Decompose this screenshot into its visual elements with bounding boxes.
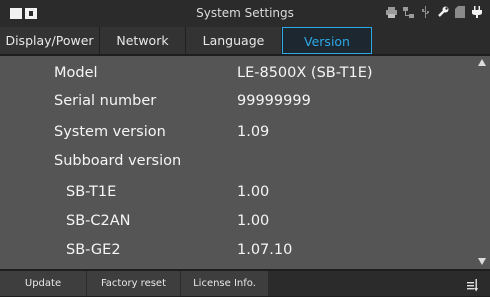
row-label: System version — [54, 124, 166, 140]
tab-version[interactable]: Version — [282, 27, 372, 54]
title-bar: System Settings — [0, 0, 490, 27]
version-row-sb-t1e: SB-T1E 1.00 — [0, 182, 476, 206]
row-label: Subboard version — [54, 153, 182, 169]
version-row-sb-ge2: SB-GE2 1.07.10 — [0, 240, 476, 264]
license-info-button[interactable]: License Info. — [181, 271, 269, 296]
version-row-serial: Serial number 99999999 — [0, 91, 476, 115]
sd-card-icon — [454, 6, 465, 22]
tab-language[interactable]: Language — [186, 27, 282, 54]
version-row-subboard: Subboard version — [0, 151, 476, 175]
version-row-sb-c2an: SB-C2AN 1.00 — [0, 211, 476, 235]
scroll-down-icon[interactable] — [478, 258, 486, 265]
bottom-toolbar: Update Factory reset License Info. — [0, 271, 490, 296]
row-value: 1.09 — [237, 124, 270, 140]
row-label: SB-GE2 — [66, 242, 121, 258]
menu-icon[interactable] — [466, 277, 478, 292]
power-plug-icon — [471, 6, 482, 22]
row-value: 1.07.10 — [237, 242, 293, 258]
row-value: LE-8500X (SB-T1E) — [237, 65, 373, 81]
version-panel[interactable]: Model LE-8500X (SB-T1E) Serial number 99… — [0, 56, 490, 269]
row-label: SB-C2AN — [66, 213, 131, 229]
version-row-model: Model LE-8500X (SB-T1E) — [0, 63, 476, 87]
wrench-icon — [437, 6, 449, 22]
status-icons — [386, 6, 482, 22]
factory-reset-button[interactable]: Factory reset — [87, 271, 181, 296]
row-label: Serial number — [54, 93, 157, 109]
printer-icon — [386, 6, 397, 22]
tab-bar: Display/Power Network Language Version — [0, 27, 490, 54]
row-label: Model — [54, 65, 98, 81]
usb-icon — [420, 6, 431, 22]
version-row-system: System version 1.09 — [0, 122, 476, 146]
update-button[interactable]: Update — [0, 271, 87, 296]
network-icon — [403, 6, 414, 22]
tab-display-power[interactable]: Display/Power — [0, 27, 100, 54]
scroll-up-icon[interactable] — [478, 59, 486, 66]
row-value: 99999999 — [237, 93, 311, 109]
row-value: 1.00 — [237, 184, 270, 200]
tab-network[interactable]: Network — [100, 27, 186, 54]
row-label: SB-T1E — [66, 184, 117, 200]
row-value: 1.00 — [237, 213, 270, 229]
